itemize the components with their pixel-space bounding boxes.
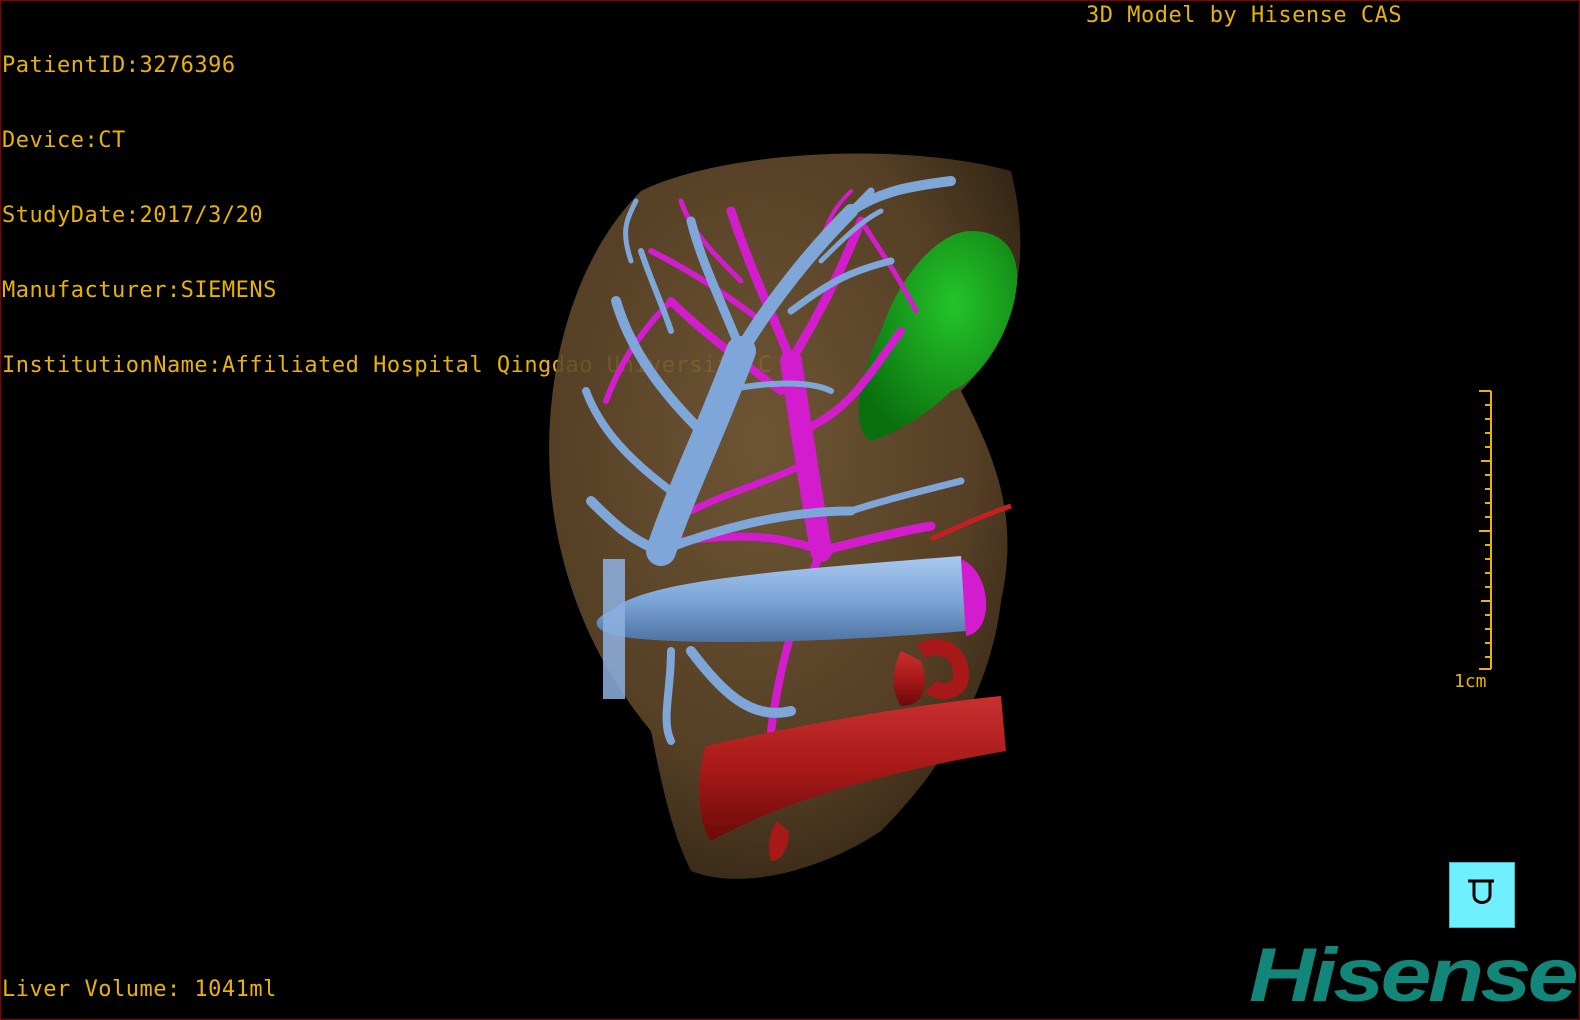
- scale-label: 1cm: [1454, 671, 1487, 692]
- liver-3d-model[interactable]: [521, 131, 1041, 901]
- orientation-cube-button[interactable]: [1449, 862, 1515, 928]
- ivc-cut-face-left: [603, 559, 625, 699]
- brand-caption: 3D Model by Hisense CAS: [1086, 3, 1403, 28]
- hisense-logo: Hisense: [1249, 939, 1579, 1011]
- 3d-viewport[interactable]: PatientID:3276396 Device:CT StudyDate:20…: [0, 0, 1580, 1020]
- svg-text:Hisense: Hisense: [1249, 939, 1577, 1011]
- scale-bar: [1479, 390, 1492, 670]
- liver-volume-text: Liver Volume: 1041ml: [2, 977, 277, 1002]
- orientation-cube-icon: [1468, 879, 1494, 904]
- patient-id-text: PatientID:3276396: [2, 53, 236, 78]
